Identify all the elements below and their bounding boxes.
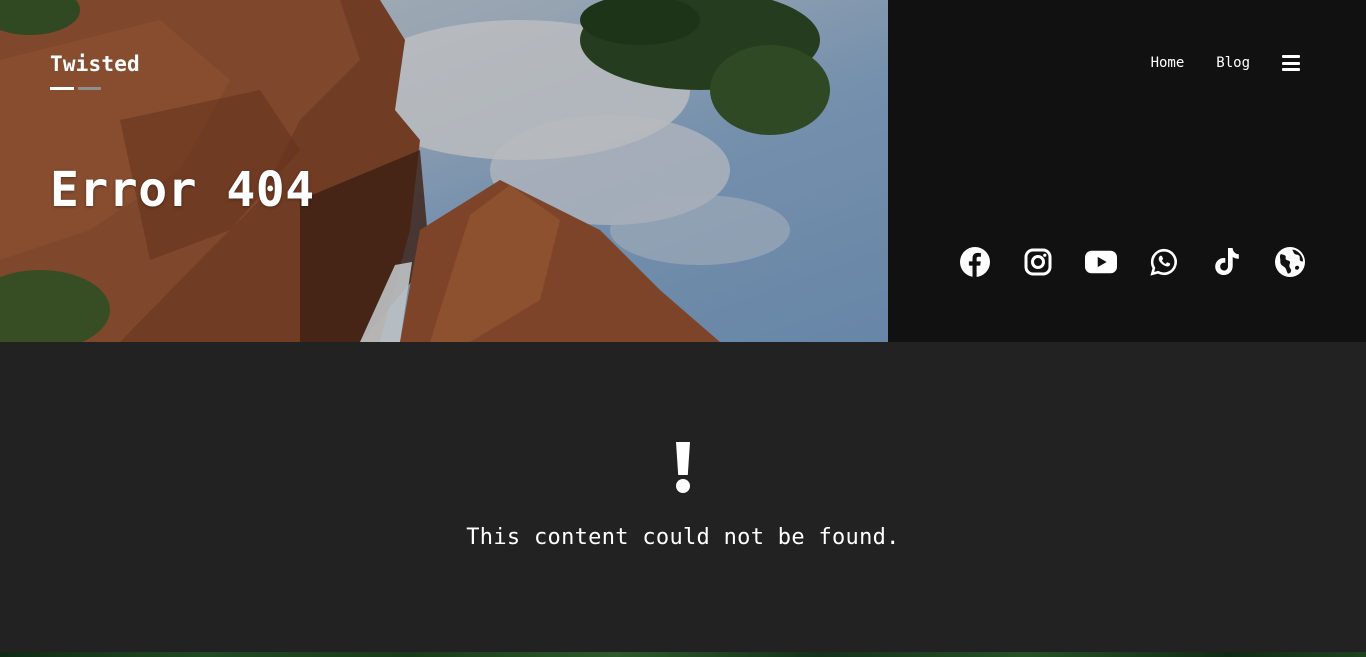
error-content: This content could not be found. bbox=[0, 342, 1366, 652]
main-nav: Home Blog bbox=[1151, 55, 1300, 71]
social-links bbox=[959, 246, 1306, 278]
site-brand[interactable]: Twisted bbox=[50, 52, 140, 76]
hamburger-menu-icon[interactable] bbox=[1282, 55, 1300, 71]
instagram-icon[interactable] bbox=[1022, 246, 1054, 278]
brand-underline bbox=[50, 87, 101, 90]
error-message: This content could not be found. bbox=[466, 525, 900, 550]
brand-underline-primary bbox=[50, 87, 74, 90]
brand-underline-secondary bbox=[78, 87, 101, 90]
youtube-icon[interactable] bbox=[1085, 246, 1117, 278]
footer-image-strip bbox=[0, 652, 1366, 657]
whatsapp-icon[interactable] bbox=[1148, 246, 1180, 278]
hero-header: Twisted Error 404 Home Blog bbox=[0, 0, 1366, 342]
page-title: Error 404 bbox=[50, 162, 315, 218]
facebook-icon[interactable] bbox=[959, 246, 991, 278]
nav-link-blog[interactable]: Blog bbox=[1216, 55, 1250, 71]
exclamation-icon bbox=[673, 442, 693, 494]
globe-icon[interactable] bbox=[1274, 246, 1306, 278]
nav-link-home[interactable]: Home bbox=[1151, 55, 1185, 71]
tiktok-icon[interactable] bbox=[1211, 246, 1243, 278]
hero-side-panel bbox=[888, 0, 1366, 342]
